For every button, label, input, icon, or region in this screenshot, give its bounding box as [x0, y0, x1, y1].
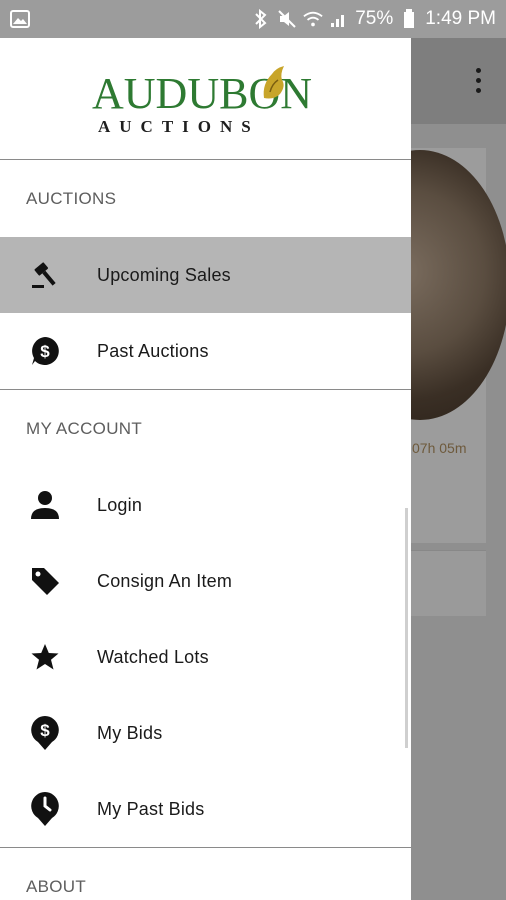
- menu-label: Upcoming Sales: [97, 264, 231, 285]
- wifi-icon: [303, 9, 323, 29]
- clock: 1:49 PM: [425, 8, 496, 29]
- menu-label: My Bids: [97, 722, 163, 743]
- menu-label: Consign An Item: [97, 570, 233, 591]
- dollar-pin-icon: $: [26, 714, 64, 752]
- drawer-scrollbar[interactable]: [405, 508, 408, 748]
- logo-sub-text: AUCTIONS: [98, 117, 260, 136]
- bird-logo-icon: [263, 66, 284, 99]
- menu-label: Watched Lots: [97, 646, 209, 667]
- drawer-header: AUDUBON AUCTIONS: [0, 38, 411, 160]
- more-options-icon: [474, 68, 482, 96]
- gavel-icon: [26, 256, 64, 294]
- dollar-bubble-icon: $: [26, 332, 64, 370]
- menu-label: My Past Bids: [97, 798, 205, 819]
- section-header-about: ABOUT: [26, 876, 87, 896]
- menu-item-login[interactable]: Login: [0, 467, 411, 543]
- section-header-my-account: MY ACCOUNT: [26, 418, 143, 438]
- audubon-logo: AUDUBON AUCTIONS: [92, 66, 322, 152]
- gallery-notification-icon: [10, 9, 30, 29]
- bluetooth-icon: [251, 9, 271, 29]
- battery-percent: 75%: [355, 8, 394, 29]
- svg-text:$: $: [40, 342, 50, 361]
- menu-item-past-auctions[interactable]: $ Past Auctions: [0, 313, 411, 389]
- menu-item-upcoming-sales[interactable]: Upcoming Sales: [0, 237, 411, 313]
- navigation-drawer: AUDUBON AUCTIONS AUCTIONS Upcoming Sales: [0, 38, 411, 900]
- star-icon: [26, 638, 64, 676]
- menu-item-watched-lots[interactable]: Watched Lots: [0, 619, 411, 695]
- person-icon: [26, 486, 64, 524]
- clock-pin-icon: [26, 790, 64, 828]
- tag-icon: [26, 562, 64, 600]
- menu-item-my-past-bids[interactable]: My Past Bids: [0, 771, 411, 847]
- battery-icon: [399, 9, 419, 29]
- menu-item-my-bids[interactable]: $ My Bids: [0, 695, 411, 771]
- menu-item-consign-an-item[interactable]: Consign An Item: [0, 543, 411, 619]
- status-bar: 75% 1:49 PM: [0, 0, 506, 38]
- menu-label: Login: [97, 494, 143, 515]
- menu-label: Past Auctions: [97, 340, 209, 361]
- section-header-auctions: AUCTIONS: [26, 188, 117, 208]
- signal-icon: [329, 9, 349, 29]
- svg-text:$: $: [40, 721, 50, 740]
- mute-icon: [277, 9, 297, 29]
- background-timer: 07h 05m: [412, 440, 467, 456]
